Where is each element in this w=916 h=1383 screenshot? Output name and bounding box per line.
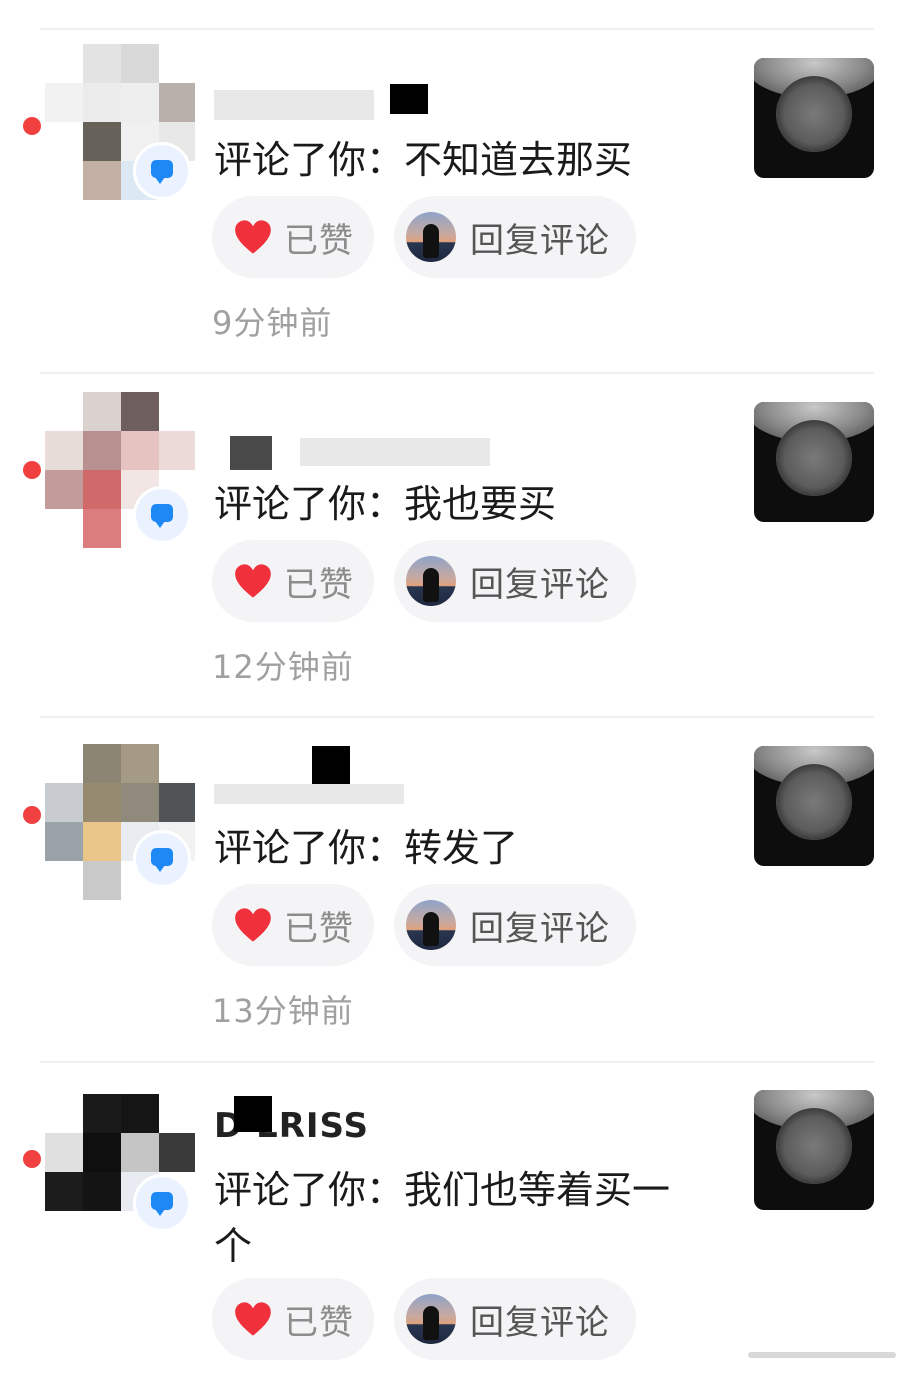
post-thumbnail[interactable] bbox=[754, 1090, 874, 1210]
username-redaction bbox=[390, 84, 428, 114]
like-label: 已赞 bbox=[284, 1302, 354, 1343]
username-redaction bbox=[230, 436, 272, 470]
username-redaction-blur bbox=[300, 438, 490, 466]
timestamp: 9分钟前 bbox=[212, 304, 333, 342]
reply-label: 回复评论 bbox=[470, 908, 610, 949]
like-label: 已赞 bbox=[284, 220, 354, 261]
comment-badge bbox=[133, 830, 191, 888]
username-redaction-blur bbox=[214, 784, 404, 804]
like-button[interactable]: 已赞 bbox=[212, 196, 374, 278]
reply-label: 回复评论 bbox=[470, 564, 610, 605]
my-avatar bbox=[406, 900, 456, 950]
comment-bubble-icon bbox=[151, 1192, 173, 1216]
post-thumbnail[interactable] bbox=[754, 58, 874, 178]
comment-prefix: 评论了你： bbox=[214, 138, 405, 182]
my-avatar bbox=[406, 556, 456, 606]
timestamp: 12分钟前 bbox=[212, 648, 354, 686]
like-label: 已赞 bbox=[284, 564, 354, 605]
comment-badge bbox=[133, 486, 191, 544]
unread-dot bbox=[23, 1150, 41, 1168]
reply-label: 回复评论 bbox=[470, 220, 610, 261]
divider bbox=[40, 1061, 874, 1063]
comment-prefix: 评论了你： bbox=[214, 1168, 405, 1212]
username-redaction-blur bbox=[214, 90, 374, 120]
comment-text[interactable]: 评论了你：转发了 bbox=[214, 820, 714, 876]
notification-list: 评论了你：不知道去那买 已赞 回复评论 9分钟前 评论了你：我也要买 已赞 回复… bbox=[0, 0, 916, 1383]
comment-bubble-icon bbox=[151, 504, 173, 528]
comment-bubble-icon bbox=[151, 160, 173, 184]
my-avatar bbox=[406, 1294, 456, 1344]
comment-body: 不知道去那买 bbox=[404, 138, 633, 182]
comment-text[interactable]: 评论了你：我也要买 bbox=[214, 476, 714, 532]
my-avatar bbox=[406, 212, 456, 262]
reply-comment-button[interactable]: 回复评论 bbox=[394, 540, 636, 622]
heart-icon bbox=[235, 908, 271, 942]
username-redaction bbox=[234, 1096, 272, 1132]
heart-icon bbox=[235, 220, 271, 254]
comment-text[interactable]: 评论了你：不知道去那买 bbox=[214, 132, 714, 188]
divider bbox=[40, 716, 874, 718]
comment-body: 转发了 bbox=[404, 826, 519, 870]
divider bbox=[40, 372, 874, 374]
unread-dot bbox=[23, 806, 41, 824]
reply-comment-button[interactable]: 回复评论 bbox=[394, 196, 636, 278]
like-button[interactable]: 已赞 bbox=[212, 884, 374, 966]
post-thumbnail[interactable] bbox=[754, 746, 874, 866]
comment-text[interactable]: 评论了你：我们也等着买一个 bbox=[214, 1162, 704, 1274]
comment-badge bbox=[133, 142, 191, 200]
username-redaction bbox=[312, 746, 350, 784]
comment-prefix: 评论了你： bbox=[214, 482, 405, 526]
comment-prefix: 评论了你： bbox=[214, 826, 405, 870]
unread-dot bbox=[23, 461, 41, 479]
like-button[interactable]: 已赞 bbox=[212, 540, 374, 622]
reply-label: 回复评论 bbox=[470, 1302, 610, 1343]
heart-icon bbox=[235, 1302, 271, 1336]
home-indicator[interactable] bbox=[748, 1352, 896, 1358]
like-button[interactable]: 已赞 bbox=[212, 1278, 374, 1360]
unread-dot bbox=[23, 117, 41, 135]
like-label: 已赞 bbox=[284, 908, 354, 949]
timestamp: 13分钟前 bbox=[212, 992, 354, 1030]
comment-body: 我也要买 bbox=[404, 482, 557, 526]
post-thumbnail[interactable] bbox=[754, 402, 874, 522]
reply-comment-button[interactable]: 回复评论 bbox=[394, 884, 636, 966]
divider bbox=[40, 28, 874, 30]
heart-icon bbox=[235, 564, 271, 598]
reply-comment-button[interactable]: 回复评论 bbox=[394, 1278, 636, 1360]
comment-bubble-icon bbox=[151, 848, 173, 872]
comment-badge bbox=[133, 1174, 191, 1232]
